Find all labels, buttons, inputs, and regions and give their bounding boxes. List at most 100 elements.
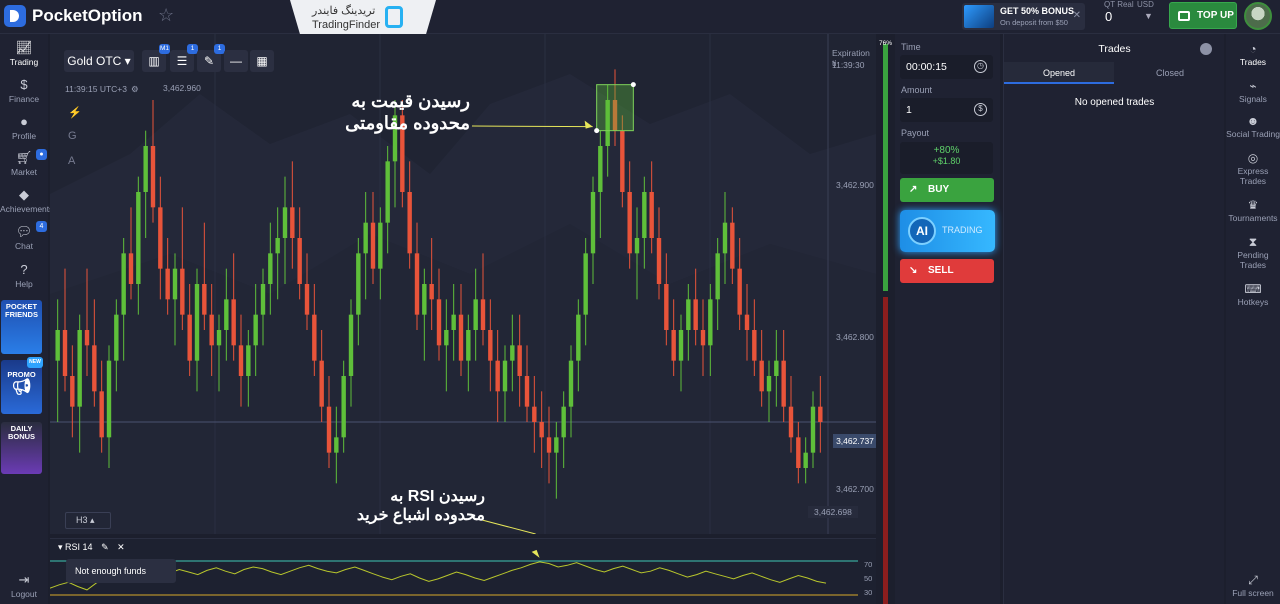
sidebar-item-label: Profile (11, 131, 37, 141)
rightnav-express-trades[interactable]: ◎ Express Trades (1226, 151, 1280, 186)
g-tool-icon[interactable]: G (68, 130, 77, 142)
drawing-button[interactable]: ✎ 1 (197, 44, 225, 72)
bonus-banner[interactable]: GET 50% BONUS On deposit from $50 ✕ (962, 3, 1085, 30)
promo-promo[interactable]: NEW PROMO 📢︎ (1, 357, 43, 414)
sidebar-item-profile[interactable]: ● Profile (0, 114, 48, 141)
current-price-tag: 3,462.737 (833, 434, 876, 448)
layout-button[interactable]: ▦ (250, 50, 274, 72)
price-chart[interactable]: Gold OTC ▾ ▥ M1 ☰ 1 ✎ 1 — ▦ 11:39:15 UTC… (50, 34, 876, 534)
tab-closed[interactable]: Closed (1115, 62, 1225, 84)
candle-body (686, 299, 691, 330)
sidebar-item-market[interactable]: 🛒︎ Market ● (0, 149, 48, 177)
promo-pocket-friends[interactable]: POCKET FRIENDS (1, 300, 42, 354)
wallet-icon (1178, 11, 1190, 21)
menu-icon[interactable] (1200, 43, 1212, 55)
chevron-down-icon[interactable]: ▾ (58, 542, 63, 552)
brand-name[interactable]: PocketOption (32, 6, 143, 26)
close-icon[interactable]: ✕ (117, 542, 125, 552)
timeframe-selector[interactable]: H3 ▴ (65, 512, 111, 529)
minus-button[interactable]: — (224, 50, 248, 72)
candle-body (319, 360, 324, 407)
watermark-en: TradingFinder (312, 19, 381, 31)
resistance-zone (596, 84, 634, 132)
logout-button[interactable]: ⇥ Logout (0, 572, 48, 599)
chevron-down-icon[interactable]: ▼ (1144, 11, 1153, 21)
diamond-icon: ◆ (19, 187, 29, 202)
dollar-circle-icon[interactable]: $ (974, 103, 987, 116)
hourglass-icon: ⧗ (1248, 235, 1258, 249)
rightnav-tournaments[interactable]: ♛ Tournaments (1226, 198, 1280, 223)
account-switcher[interactable]: QT Real USD 0 ▼ (1104, 0, 1160, 34)
bonus-subtitle: On deposit from $50 (1000, 18, 1068, 27)
topup-button[interactable]: TOP UP (1169, 2, 1237, 29)
rsi-level-30: 30 (864, 588, 873, 597)
rsi-header: ▾ RSI 14 ✎ ✕ (58, 542, 125, 553)
promo-label: POCKET FRIENDS (5, 302, 38, 319)
fullscreen-button[interactable]: ⤢ Full screen (1226, 573, 1280, 598)
left-sidebar: 📈︎ Trading $ Finance ● Profile 🛒︎ Market… (0, 34, 53, 604)
candle-body (524, 376, 530, 407)
sidebar-item-chat[interactable]: 💬︎ Chat 4 (0, 221, 48, 251)
star-icon[interactable]: ☆ (158, 5, 174, 26)
ai-sub-label: TRADING (942, 225, 983, 235)
minus-icon: — (230, 54, 242, 68)
gear-icon[interactable]: ⚙ (131, 84, 139, 95)
sidebar-item-label: Market (11, 167, 37, 177)
time-field[interactable]: 00:00:15 ◷ (900, 55, 993, 79)
amount-field[interactable]: 1 $ (900, 98, 993, 122)
sidebar-item-trading[interactable]: 📈︎ Trading (0, 40, 48, 67)
candle-body (297, 238, 302, 284)
candle-body (444, 330, 449, 346)
keyboard-icon: ⌨ (1244, 282, 1262, 296)
candle-body (429, 284, 434, 300)
ai-trading-button[interactable]: AI TRADING (900, 210, 995, 252)
rightnav-label: Hotkeys (1237, 297, 1269, 307)
indicators-button[interactable]: ☰ 1 (170, 44, 198, 72)
user-icon: ● (20, 114, 28, 129)
lightning-icon[interactable]: ⚡ (68, 106, 82, 119)
bonus-image (964, 5, 994, 28)
candle-body (407, 192, 412, 254)
sidebar-item-achievements[interactable]: ◆ Achievements (0, 187, 53, 214)
asset-selector[interactable]: Gold OTC ▾ (64, 50, 134, 72)
candle-body (561, 406, 566, 438)
candle-body (436, 299, 442, 346)
candle-body (451, 314, 456, 330)
candle-body (642, 192, 647, 238)
pocketoption-logo-icon[interactable] (4, 5, 26, 27)
candle-body (348, 314, 354, 376)
time-value: 00:00:15 (906, 61, 947, 73)
chart-type-button[interactable]: ▥ M1 (142, 44, 170, 72)
sell-button[interactable]: ↘ SELL (900, 259, 994, 283)
axis-price: 3,462.900 (836, 180, 874, 190)
rightnav-pending-trades[interactable]: ⧗ Pending Trades (1226, 235, 1280, 270)
avatar[interactable] (1244, 2, 1272, 30)
grid-icon: ▦ (256, 54, 268, 68)
candle-body (136, 192, 141, 284)
rightnav-signals[interactable]: ⌁ Signals (1226, 79, 1280, 104)
close-icon[interactable]: ✕ (1073, 10, 1081, 21)
candle-body (106, 360, 112, 438)
rightnav-trades[interactable]: ◔ Trades (1226, 42, 1280, 67)
annotation-arrow (471, 125, 593, 128)
promo-daily-bonus[interactable]: DAILY BONUS (1, 422, 42, 474)
candle-body (246, 345, 251, 376)
candle-body (385, 161, 390, 223)
rightnav-hotkeys[interactable]: ⌨ Hotkeys (1226, 282, 1280, 307)
tab-opened[interactable]: Opened (1004, 62, 1114, 84)
expiration-time: 11:39:30 (832, 60, 865, 70)
social-icon: ☻ (1246, 114, 1260, 128)
candle-body (114, 314, 119, 361)
candle-body (466, 330, 471, 361)
pencil-icon[interactable]: ✎ (101, 542, 109, 552)
sidebar-item-help[interactable]: ? Help (0, 262, 48, 289)
chevron-down-icon: ▾ (124, 54, 131, 68)
buy-button[interactable]: ↗ BUY (900, 178, 994, 202)
sidebar-item-finance[interactable]: $ Finance (0, 77, 48, 104)
a-tool-icon[interactable]: A (68, 155, 75, 167)
clock-icon[interactable]: ◷ (974, 60, 987, 73)
candle-body (818, 406, 823, 422)
help-icon: ? (20, 262, 28, 277)
candle-body (92, 345, 97, 392)
rightnav-social-trading[interactable]: ☻ Social Trading (1226, 114, 1280, 139)
